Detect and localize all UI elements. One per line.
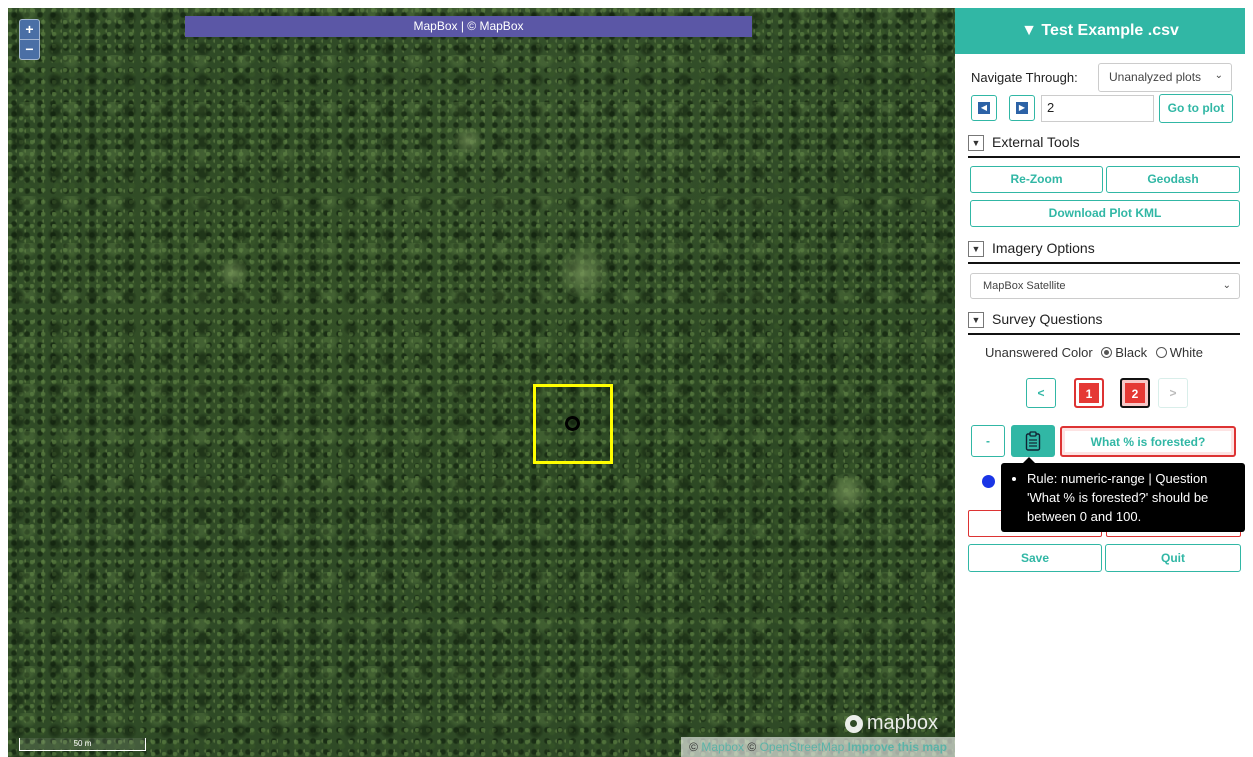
collapse-caret-icon[interactable]: ▼ [968,241,984,258]
navigate-select[interactable]: Unanalyzed plots ⌄ [1098,63,1232,92]
clipboard-icon [1025,431,1041,451]
geodash-button[interactable]: Geodash [1106,166,1240,193]
question-page-1-button[interactable]: 1 [1074,378,1104,408]
collapse-question-button[interactable]: - [971,425,1005,457]
black-radio-label: Black [1115,345,1148,360]
survey-questions-section[interactable]: ▼ Survey Questions [968,307,1240,335]
navigate-select-value: Unanalyzed plots [1109,70,1202,84]
arrow-right-icon: ▶ [1016,102,1028,114]
collapse-caret-icon[interactable]: ▼ [968,135,984,152]
rules-button[interactable] [1011,425,1055,457]
collapse-caret-icon[interactable]: ▼ [968,312,984,329]
imagery-select-value: MapBox Satellite [983,280,1066,292]
zoom-control: + − [19,19,40,60]
imagery-clearing [218,258,248,288]
white-radio-label: White [1169,345,1203,360]
osm-attribution-link[interactable]: OpenStreetMap [760,740,845,754]
imagery-options-section[interactable]: ▼ Imagery Options [968,236,1240,264]
mapbox-logo[interactable]: mapbox [844,712,938,735]
section-title: Imagery Options [992,240,1095,256]
mapbox-attribution-link[interactable]: Mapbox [701,740,744,754]
question-page-2-button[interactable]: 2 [1120,378,1150,408]
copyright-symbol: © [747,740,757,754]
external-tools-section[interactable]: ▼ External Tools [968,130,1240,158]
map-view[interactable]: + − MapBox | © MapBox 50 m mapbox © Mapb… [8,8,955,757]
unanswered-color-label: Unanswered Color [985,345,1093,360]
go-to-plot-button[interactable]: Go to plot [1159,94,1233,123]
chevron-down-icon: ⌄ [1214,70,1223,81]
quit-button[interactable]: Quit [1105,544,1241,572]
prev-question-page-button[interactable]: < [1026,378,1056,408]
mapbox-logo-icon [844,714,863,733]
satellite-imagery-texture [8,8,955,757]
download-kml-button[interactable]: Download Plot KML [970,200,1240,227]
copyright-symbol: © [689,740,698,754]
scale-bar: 50 m [19,738,146,751]
next-question-page-button[interactable]: > [1158,378,1188,408]
chevron-down-icon: ⌄ [1222,280,1231,291]
sample-point[interactable] [565,416,580,431]
question-button[interactable]: What % is forested? [1060,426,1236,457]
next-plot-button[interactable]: ▶ [1009,95,1035,121]
section-title: Survey Questions [992,311,1103,327]
zoom-in-button[interactable]: + [20,20,39,39]
imagery-clearing [828,473,868,513]
rezoom-button[interactable]: Re-Zoom [970,166,1103,193]
rule-tooltip-text: Rule: numeric-range | Question 'What % i… [1027,469,1237,526]
imagery-clearing [558,248,608,298]
imagery-attribution-banner: MapBox | © MapBox [185,16,752,37]
answer-radio[interactable] [982,475,995,488]
mapbox-logo-text: mapbox [866,712,938,734]
imagery-clearing [453,128,483,153]
section-title: External Tools [992,134,1080,150]
black-radio[interactable] [1101,347,1113,358]
rule-tooltip: Rule: numeric-range | Question 'What % i… [1001,457,1245,532]
navigate-label: Navigate Through: [971,70,1078,85]
map-attribution: © Mapbox © OpenStreetMap Improve this ma… [681,737,955,757]
white-radio[interactable] [1155,347,1167,358]
plot-number-input[interactable]: 2 [1041,95,1154,122]
arrow-left-icon: ◀ [978,102,990,114]
zoom-out-button[interactable]: − [20,39,39,59]
improve-map-link[interactable]: Improve this map [848,740,947,754]
project-title[interactable]: ▼ Test Example .csv [955,8,1245,54]
sidebar: ▼ Test Example .csv Navigate Through: Un… [955,8,1245,757]
unanswered-color-row: Unanswered Color Black White [985,345,1203,360]
imagery-select[interactable]: MapBox Satellite ⌄ [970,273,1240,299]
save-button[interactable]: Save [968,544,1102,572]
prev-plot-button[interactable]: ◀ [971,95,997,121]
